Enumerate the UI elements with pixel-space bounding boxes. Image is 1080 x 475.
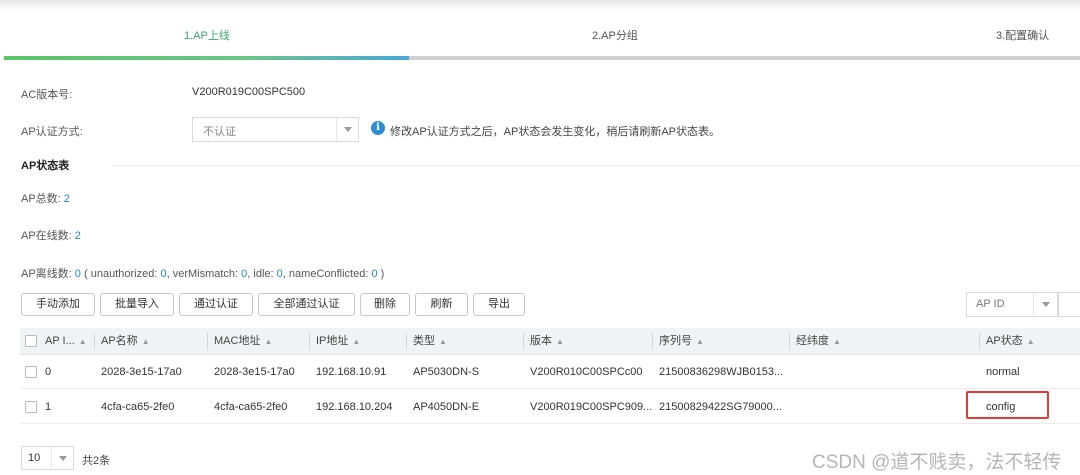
delete-button[interactable]: 删除	[360, 293, 410, 316]
cell-type: AP4050DN-E	[413, 401, 480, 413]
auth-hint-text: 修改AP认证方式之后，AP状态会发生变化，稍后请刷新AP状态表。	[390, 126, 721, 138]
export-button[interactable]: 导出	[473, 293, 525, 316]
sort-icon: ▲	[556, 337, 564, 346]
total-count: 共2条	[82, 455, 111, 467]
cell-ap-id: 0	[45, 366, 52, 378]
wizard-step-3[interactable]: 3.配置确认	[996, 27, 1049, 43]
cell-serial: 21500836298WJB0153...	[659, 366, 784, 378]
wizard-progress-fill	[4, 56, 409, 60]
page-size-select[interactable]: 10	[21, 446, 74, 470]
cell-version: V200R019C00SPC909...	[530, 401, 653, 413]
ac-version-value: V200R019C00SPC500	[192, 86, 306, 98]
nameconflicted-value: 0	[371, 268, 378, 280]
idle-value: 0	[276, 268, 283, 280]
table-header: AP I... ▲ AP名称 ▲ MAC地址 ▲ IP地址 ▲ 类型 ▲ 版本 ▲ 序列号 ▲…	[20, 328, 1080, 355]
sort-icon: ▲	[696, 337, 704, 346]
auth-mode-label: AP认证方式:	[21, 126, 83, 138]
ac-version-label: AC版本号:	[21, 89, 73, 101]
unauthorized-value: 0	[160, 268, 167, 280]
auth-mode-select[interactable]: 不认证	[192, 117, 359, 142]
vermismatch-value: 0	[241, 268, 248, 280]
chevron-down-icon[interactable]	[51, 447, 73, 469]
auth-mode-value: 不认证	[203, 126, 236, 138]
cell-ap-id: 1	[45, 401, 52, 413]
sort-icon: ▲	[352, 337, 361, 346]
sort-icon: ▲	[833, 337, 841, 346]
cell-version: V200R010C00SPCc00	[530, 366, 643, 378]
ap-online: AP在线数: 2	[21, 227, 81, 243]
col-type[interactable]: 类型 ▲	[413, 328, 447, 355]
sort-icon: ▲	[141, 337, 150, 346]
select-all-checkbox[interactable]	[25, 335, 37, 347]
sort-icon: ▲	[78, 337, 87, 346]
col-ap-status[interactable]: AP状态 ▲	[986, 328, 1035, 355]
col-ap-name[interactable]: AP名称 ▲	[101, 328, 150, 355]
search-input[interactable]	[1058, 292, 1080, 317]
row-checkbox[interactable]	[25, 401, 37, 413]
ap-offline: AP离线数: 0 ( unauthorized: 0, verMismatch:…	[21, 268, 385, 280]
ap-offline-label: AP离线数:	[21, 268, 72, 280]
search-field-value: AP ID	[976, 298, 1005, 310]
chevron-down-icon[interactable]	[336, 118, 358, 141]
ap-offline-value: 0	[74, 268, 81, 280]
cell-ap-name: 2028-3e15-17a0	[101, 366, 182, 378]
status-highlight-box	[966, 391, 1049, 419]
cell-type: AP5030DN-S	[413, 366, 480, 378]
col-serial[interactable]: 序列号 ▲	[659, 328, 704, 355]
approve-all-auth-button[interactable]: 全部通过认证	[258, 293, 355, 316]
table-row[interactable]: 0 2028-3e15-17a0 2028-3e15-17a0 192.168.…	[20, 355, 1080, 389]
ap-status-section-title: AP状态表	[21, 160, 70, 172]
sort-icon: ▲	[264, 337, 273, 346]
cell-ap-name: 4cfa-ca65-2fe0	[101, 401, 175, 413]
cell-mac: 4cfa-ca65-2fe0	[214, 401, 288, 413]
vermismatch-label: verMismatch:	[172, 268, 239, 280]
ap-online-label: AP在线数:	[21, 230, 72, 242]
col-geo[interactable]: 经纬度 ▲	[796, 328, 841, 355]
section-divider	[112, 165, 1080, 166]
wizard-step-2[interactable]: 2.AP分组	[592, 27, 638, 43]
ap-total: AP总数: 2	[21, 190, 70, 206]
ap-online-value: 2	[74, 230, 81, 242]
page-size-value: 10	[28, 452, 41, 464]
row-checkbox[interactable]	[25, 366, 37, 378]
col-ap-id[interactable]: AP I... ▲	[45, 328, 87, 355]
nameconflicted-label: nameConflicted:	[288, 268, 369, 280]
search-field-select[interactable]: AP ID	[966, 292, 1058, 317]
unauthorized-label: unauthorized:	[90, 268, 158, 280]
sort-icon: ▲	[439, 337, 447, 346]
cell-mac: 2028-3e15-17a0	[214, 366, 295, 378]
cell-ip: 192.168.10.91	[316, 366, 387, 378]
idle-label: idle:	[253, 268, 274, 280]
info-icon: i	[371, 121, 385, 135]
watermark: CSDN @道不贱卖，法不轻传	[812, 452, 1062, 473]
col-version[interactable]: 版本 ▲	[530, 328, 564, 355]
cell-serial: 21500829422SG79000...	[659, 401, 782, 413]
sort-icon: ▲	[1026, 337, 1035, 346]
wizard-step-1[interactable]: 1.AP上线	[184, 27, 230, 43]
table-row[interactable]: 1 4cfa-ca65-2fe0 4cfa-ca65-2fe0 192.168.…	[20, 390, 1080, 424]
cell-ap-status: normal	[986, 366, 1020, 378]
ap-total-value: 2	[63, 193, 70, 205]
wizard-progress-bar	[4, 56, 1080, 60]
refresh-button[interactable]: 刷新	[415, 293, 468, 316]
chevron-down-icon[interactable]	[1033, 293, 1057, 316]
batch-import-button[interactable]: 批量导入	[100, 293, 174, 316]
top-shadow	[0, 0, 1080, 10]
col-ip[interactable]: IP地址 ▲	[316, 328, 360, 355]
approve-auth-button[interactable]: 通过认证	[179, 293, 253, 316]
col-mac[interactable]: MAC地址 ▲	[214, 328, 272, 355]
ap-total-label: AP总数:	[21, 193, 61, 205]
manual-add-button[interactable]: 手动添加	[21, 293, 95, 316]
cell-ip: 192.168.10.204	[316, 401, 393, 413]
